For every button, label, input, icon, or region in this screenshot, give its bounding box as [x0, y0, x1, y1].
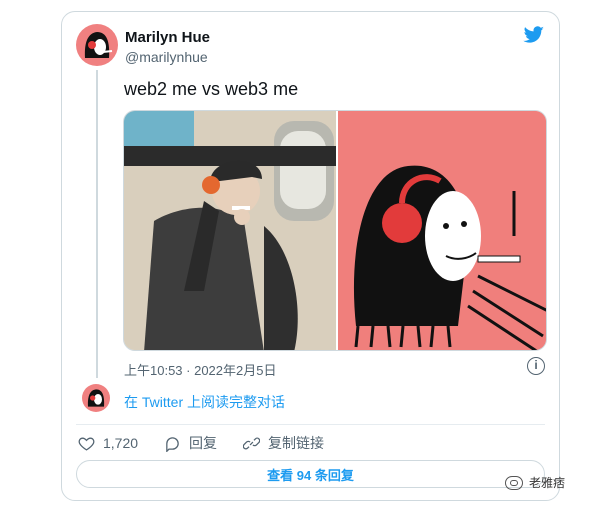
read-conversation-link[interactable]: 在 Twitter 上阅读完整对话: [124, 392, 285, 412]
watermark-text: 老雅痞: [529, 476, 566, 490]
thread-avatar[interactable]: [82, 384, 110, 412]
reply-icon: [166, 436, 179, 452]
twitter-bird-icon[interactable]: [523, 26, 545, 44]
watermark: 老雅痞: [505, 474, 565, 491]
reply-action[interactable]: 回复: [164, 433, 217, 453]
handle[interactable]: @marilynhue: [125, 49, 208, 65]
thread-line: [96, 70, 98, 378]
photo-web2[interactable]: [124, 111, 336, 350]
like-action[interactable]: 1,720: [78, 433, 138, 453]
tweet-media[interactable]: [123, 110, 547, 351]
reply-label: 回复: [189, 435, 218, 451]
view-replies-button[interactable]: 查看 94 条回复: [76, 460, 545, 488]
photo-web3-drawing[interactable]: [336, 111, 546, 350]
tweet-card: Marilyn Hue @marilynhue web2 me vs web3 …: [61, 11, 560, 501]
profile-avatar[interactable]: [76, 24, 118, 66]
link-icon: [243, 437, 261, 449]
copy-link-label: 复制链接: [268, 435, 325, 451]
wechat-icon: [505, 475, 523, 490]
display-name[interactable]: Marilyn Hue: [125, 29, 210, 46]
info-icon[interactable]: i: [527, 357, 545, 375]
copy-link-action[interactable]: 复制链接: [243, 433, 324, 453]
divider: [76, 424, 545, 425]
heart-icon: [78, 437, 95, 451]
like-count: 1,720: [103, 435, 139, 451]
tweet-actions: 1,720 回复 复制链接: [78, 433, 324, 453]
tweet-text: web2 me vs web3 me: [124, 79, 299, 99]
tweet-timestamp[interactable]: 上午10:53 · 2022年2月5日: [124, 360, 276, 379]
